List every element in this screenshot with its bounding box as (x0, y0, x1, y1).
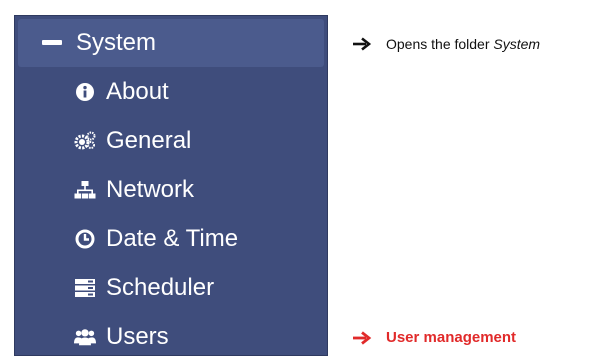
sidebar-item-general[interactable]: General (14, 117, 328, 165)
sidebar-nav: System About General Network Date & Time… (14, 15, 328, 356)
arrow-right-icon (352, 37, 372, 51)
sidebar-item-label: About (106, 78, 169, 105)
sidebar-item-system[interactable]: System (18, 19, 324, 67)
sidebar-item-label: Network (106, 176, 195, 203)
sidebar-item-label: Users (106, 323, 169, 350)
users-icon (74, 326, 96, 348)
gears-icon (74, 130, 96, 152)
sidebar-item-date-time[interactable]: Date & Time (14, 215, 328, 263)
arrow-right-icon (352, 330, 372, 345)
sidebar-item-scheduler[interactable]: Scheduler (14, 264, 328, 312)
annotation-users: User management (352, 329, 516, 346)
annotation-text: User management (386, 329, 517, 346)
sidebar-item-label: Scheduler (106, 274, 215, 301)
sidebar-item-label: System (76, 29, 157, 56)
sidebar-item-label: General (106, 127, 192, 154)
sidebar-item-about[interactable]: About (14, 68, 328, 116)
annotation-text: Opens the folder System (386, 36, 541, 52)
clock-icon (74, 228, 96, 250)
sidebar-item-network[interactable]: Network (14, 166, 328, 214)
sidebar-item-users[interactable]: Users (14, 313, 328, 361)
info-circle-icon (74, 81, 96, 103)
sitemap-icon (74, 179, 96, 201)
minus-icon (42, 32, 62, 54)
server-list-icon (74, 277, 96, 299)
sidebar-item-label: Date & Time (106, 225, 239, 252)
annotation-system: Opens the folder System (352, 36, 540, 52)
